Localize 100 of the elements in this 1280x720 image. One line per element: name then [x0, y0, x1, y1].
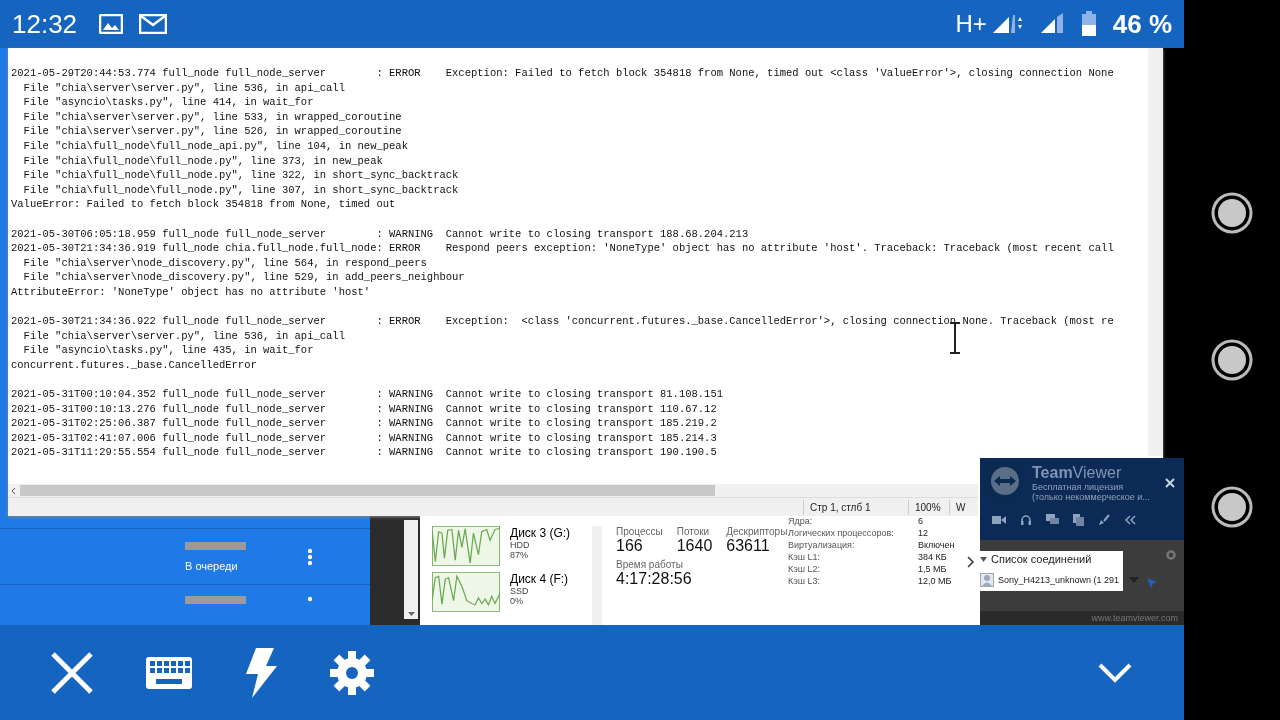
vertical-scrollbar[interactable] [1148, 48, 1163, 456]
status-text: Стр 1, стлб 1 [803, 499, 908, 515]
teamviewer-logo-icon [988, 464, 1022, 498]
stat-value: 166 [616, 537, 644, 555]
info-value: 384 КБ [918, 552, 948, 562]
disk-usage: 87% [510, 550, 529, 560]
stat-value: 63611 [726, 537, 771, 555]
files-icon[interactable] [1073, 514, 1084, 526]
info-value: 1,5 МБ [918, 564, 948, 574]
battery-icon [1080, 11, 1097, 37]
scroll-down-icon[interactable] [407, 612, 415, 616]
log-line: File "chia\server\server.py", line 536, in api_call [22, 80, 345, 96]
stat-value: 4:17:28:56 [616, 570, 693, 588]
horizontal-scrollbar[interactable] [8, 484, 978, 497]
disk-name: Диск 3 (G:) [510, 526, 571, 540]
disk-activity-graph [432, 572, 500, 612]
log-line: File "chia\server\node_discovery.py", line 564, in respond_peers [22, 255, 427, 271]
log-line: 2021-05-30T21:34:36.919 full_node chia.full_node.full_node: ERROR Respond peers exception: 'NoneType' object has no attribute 'host'. Traceback: Traceback (most recent call [11, 241, 1114, 256]
vertical-scrollbar[interactable] [404, 520, 418, 619]
log-line: File "chia\full_node\full_node_api.py", line 104, in new_peak [22, 138, 408, 154]
log-line: File "asyncio\tasks.py", line 414, in wait_for [22, 95, 314, 110]
brush-icon[interactable] [1098, 514, 1110, 526]
log-line: 2021-05-31T02:25:06.387 full_node full_node_server : WARNING Cannot write to closing transport 185.219.2 [11, 416, 717, 431]
stat-label: Дескрипторы [726, 526, 788, 537]
info-label: Ядра: [788, 516, 814, 526]
log-line: 2021-05-31T00:10:13.276 full_node full_node_server : WARNING Cannot write to closing transport 110.67.12 [11, 401, 717, 417]
chat-icon[interactable] [1046, 514, 1059, 526]
clock-text: 12:32 [12, 8, 78, 40]
disk-item[interactable]: Диск 3 (G:) HDD 87% [432, 526, 592, 566]
app-title: TeamViewer [1032, 464, 1123, 482]
disk-type: SSD [510, 586, 530, 596]
stat-label: Процессы [616, 526, 663, 537]
user-icon [980, 573, 994, 587]
disk-usage: 0% [510, 596, 524, 606]
stat-label: Потоки [676, 526, 711, 537]
info-label: Кэш L2: [788, 564, 822, 574]
log-line: File "chia\full_node\full_node.py", line 322, in short_sync_backtrack [22, 168, 459, 183]
log-line: concurrent.futures._base.CancelledError [11, 357, 257, 373]
status-text: 100% [908, 499, 949, 515]
nav-circle-button[interactable] [1210, 338, 1254, 382]
info-value: 12,0 МБ [918, 576, 953, 586]
progress-placeholder [185, 541, 246, 550]
more-icon[interactable] [307, 596, 313, 604]
battery-percent-text: 46 % [1112, 8, 1172, 40]
close-icon[interactable] [1165, 478, 1175, 488]
connection-item[interactable]: Sony_H4213_unknown (1 291 [980, 573, 1120, 587]
log-line: 2021-05-31T02:41:07.006 full_node full_node_server : WARNING Cannot write to closing transport 185.214.3 [11, 430, 717, 446]
chevron-down-icon[interactable] [1098, 662, 1132, 683]
progress-placeholder [185, 596, 246, 604]
nav-circle-button[interactable] [1210, 191, 1254, 236]
scroll-left-icon[interactable] [11, 486, 16, 495]
headset-icon[interactable] [1020, 514, 1032, 526]
log-line: File "chia\full_node\full_node.py", line 307, in short_sync_backtrack [22, 182, 459, 198]
info-value: Включен [918, 540, 955, 550]
collapse-icon[interactable] [1124, 515, 1136, 525]
log-line: ValueError: Failed to fetch block 354818 from None, timed out [11, 197, 396, 212]
mail-icon [139, 14, 168, 34]
log-line: 2021-05-29T20:44:53.774 full_node full_node_server : ERROR Exception: Failed to fetch block 354818 from None, timed out <class 'ValueError'>, closing connection None [11, 66, 1114, 81]
collapse-triangle-icon[interactable] [980, 556, 987, 562]
list-title[interactable]: Список соединений [991, 553, 1092, 565]
license-note: (только некоммерческое и... [1032, 492, 1150, 502]
image-icon [99, 14, 124, 34]
log-line: 2021-05-30T06:05:18.959 full_node full_node_server : WARNING Cannot write to closing transport 188.68.204.213 [11, 226, 749, 242]
settings-icon[interactable] [330, 650, 374, 695]
network-type-text: H+ [955, 10, 987, 38]
queue-status-text: В очереди [185, 559, 239, 572]
log-line: 2021-05-30T21:34:36.922 full_node full_node_server : ERROR Exception: <class 'concurrent.futures._base.CancelledError'>, closing connection None. Traceback (most re [11, 314, 1114, 329]
vertical-scrollbar[interactable] [592, 526, 602, 625]
info-label: Кэш L1: [788, 552, 822, 562]
keyboard-icon[interactable] [146, 656, 192, 689]
log-line: 2021-05-31T00:10:04.352 full_node full_node_server : WARNING Cannot write to closing transport 81.108.151 [11, 387, 724, 402]
scroll-thumb[interactable] [20, 485, 715, 496]
lightning-icon[interactable] [244, 647, 278, 698]
log-line: File "asyncio\tasks.py", line 435, in wait_for [22, 343, 314, 358]
expand-icon[interactable] [967, 556, 974, 568]
info-value: 12 [918, 528, 929, 538]
text-cursor-icon [949, 322, 961, 354]
log-line: 2021-05-31T11:29:55.554 full_node full_node_server : WARNING Cannot write to closing transport 190.190.5 [11, 445, 717, 461]
disk-name: Диск 4 (F:) [510, 572, 569, 586]
log-line: File "chia\server\server.py", line 536, in api_call [22, 328, 345, 344]
info-label: Кэш L3: [788, 576, 822, 586]
more-icon[interactable] [307, 547, 313, 566]
camera-icon[interactable] [992, 515, 1006, 525]
nav-circle-button[interactable] [1210, 484, 1254, 529]
log-line: File "chia\server\server.py", line 526, in wrapped_coroutine [22, 124, 402, 139]
info-label: Логических процессоров: [788, 528, 895, 538]
stat-value: 1640 [676, 537, 713, 555]
stat-label: Время работы [616, 559, 684, 570]
log-line: File "chia\server\node_discovery.py", line 529, in add_peers_neighbour [22, 270, 465, 285]
log-line: File "chia\server\server.py", line 533, in wrapped_coroutine [22, 109, 402, 125]
disk-item[interactable]: Диск 4 (F:) SSD 0% [432, 572, 592, 612]
log-line: AttributeError: 'NoneType' object has no attribute 'host' [11, 284, 371, 300]
disk-activity-graph [432, 526, 500, 566]
settings-icon[interactable] [1166, 550, 1176, 560]
status-text: W [949, 499, 972, 515]
license-text: Бесплатная лицензия [1032, 482, 1125, 492]
log-line: File "chia\full_node\full_node.py", line 373, in new_peak [22, 153, 383, 169]
info-label: Виртуализация: [788, 540, 856, 550]
info-value: 6 [918, 516, 924, 526]
disk-type: HDD [510, 540, 531, 550]
